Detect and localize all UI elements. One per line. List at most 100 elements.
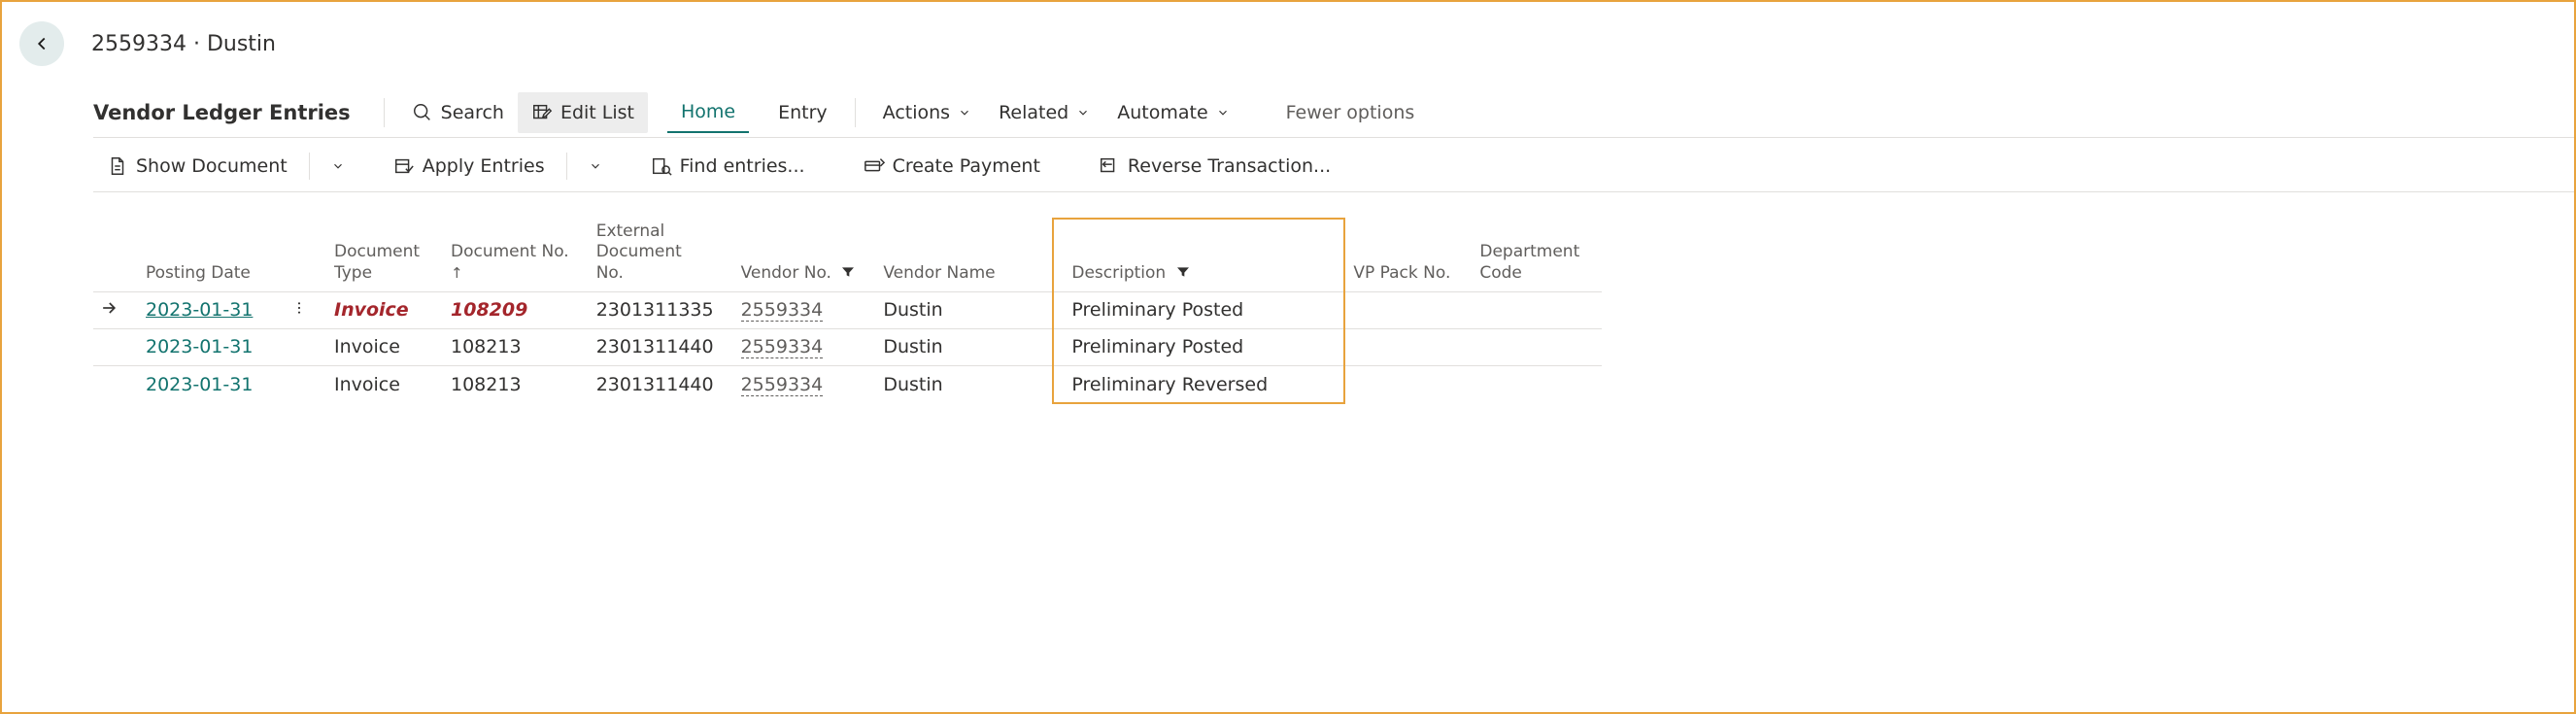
- separator: [566, 153, 567, 180]
- chevron-down-icon: [1216, 106, 1230, 119]
- actions-menu[interactable]: Actions: [869, 92, 985, 133]
- automate-menu[interactable]: Automate: [1103, 92, 1242, 133]
- col-description[interactable]: Description: [1058, 221, 1339, 291]
- cell-posting-date[interactable]: 2023-01-31: [132, 365, 278, 402]
- related-menu[interactable]: Related: [985, 92, 1103, 133]
- sort-asc-icon: ↑: [451, 264, 463, 282]
- chevron-down-icon: [589, 159, 602, 173]
- row-menu-button[interactable]: [278, 291, 321, 328]
- separator: [309, 153, 310, 180]
- ledger-entries-table: Posting Date Document Type Document No. …: [93, 221, 1602, 402]
- tab-home[interactable]: Home: [667, 91, 749, 133]
- cell-vendor-no[interactable]: 2559334: [728, 365, 870, 402]
- back-button[interactable]: [19, 21, 64, 66]
- cell-posting-date[interactable]: 2023-01-31: [132, 328, 278, 365]
- tab-entry-label: Entry: [778, 102, 828, 123]
- col-selector: [93, 221, 132, 291]
- search-icon: [412, 102, 433, 123]
- chevron-down-icon: [331, 159, 345, 173]
- row-indicator: [93, 328, 132, 365]
- apply-entries-split[interactable]: [579, 152, 612, 181]
- find-entries-icon: [651, 155, 672, 177]
- col-document-type[interactable]: Document Type: [321, 221, 437, 291]
- fewer-options-button[interactable]: Fewer options: [1272, 92, 1429, 133]
- table-row[interactable]: 2023-01-31 Invoice10821323013114402559334…: [93, 365, 1602, 402]
- related-label: Related: [999, 102, 1068, 123]
- col-department-code[interactable]: Department Code: [1466, 221, 1602, 291]
- chevron-down-icon: [958, 106, 971, 119]
- table-row[interactable]: 2023-01-31Invoice10820923013113352559334…: [93, 291, 1602, 328]
- reverse-transaction-icon: [1099, 155, 1120, 177]
- col-vendor-no-label: Vendor No.: [741, 263, 831, 283]
- col-description-label: Description: [1071, 263, 1166, 283]
- cell-vp-pack-no: [1339, 328, 1466, 365]
- sub-actionbar: Show Document Apply Entries Find entries…: [93, 140, 2574, 192]
- show-document-split[interactable]: [322, 152, 355, 181]
- row-menu-button[interactable]: [278, 328, 321, 365]
- create-payment-button[interactable]: Create Payment: [850, 146, 1054, 187]
- page-title: 2559334 · Dustin: [91, 32, 276, 56]
- cell-document-type: Invoice: [321, 291, 437, 328]
- cell-description: Preliminary Reversed: [1058, 365, 1339, 402]
- cell-vp-pack-no: [1339, 365, 1466, 402]
- cell-vp-pack-no: [1339, 291, 1466, 328]
- edit-list-button[interactable]: Edit List: [518, 92, 648, 133]
- row-indicator: [93, 365, 132, 402]
- show-document-label: Show Document: [136, 155, 288, 177]
- create-payment-icon: [864, 155, 885, 177]
- create-payment-label: Create Payment: [893, 155, 1040, 177]
- col-document-no-label: Document No.: [451, 242, 569, 261]
- cell-description: Preliminary Posted: [1058, 328, 1339, 365]
- reverse-transaction-button[interactable]: Reverse Transaction...: [1085, 146, 1344, 187]
- cell-document-no[interactable]: 108213: [437, 328, 583, 365]
- cell-external-doc-no: 2301311440: [583, 365, 728, 402]
- apply-entries-button[interactable]: Apply Entries: [380, 146, 559, 187]
- cell-external-doc-no: 2301311440: [583, 328, 728, 365]
- find-entries-button[interactable]: Find entries...: [637, 146, 819, 187]
- cell-department-code: [1466, 365, 1602, 402]
- cell-document-type: Invoice: [321, 365, 437, 402]
- tab-home-label: Home: [681, 101, 735, 122]
- more-vertical-icon: [291, 300, 307, 316]
- search-button[interactable]: Search: [398, 92, 518, 133]
- arrow-left-icon: [31, 33, 52, 54]
- edit-list-icon: [531, 102, 553, 123]
- col-vendor-no[interactable]: Vendor No.: [728, 221, 870, 291]
- edit-list-label: Edit List: [560, 102, 634, 123]
- search-label: Search: [441, 102, 504, 123]
- actionbar-title: Vendor Ledger Entries: [93, 101, 370, 124]
- actionbar: Vendor Ledger Entries Search Edit List H…: [93, 87, 2574, 138]
- arrow-right-icon: [99, 298, 119, 318]
- table-row[interactable]: 2023-01-31Invoice10821323013114402559334…: [93, 328, 1602, 365]
- col-external-doc-no[interactable]: External Document No.: [583, 221, 728, 291]
- fewer-options-label: Fewer options: [1286, 102, 1415, 123]
- cell-department-code: [1466, 328, 1602, 365]
- apply-entries-icon: [393, 155, 415, 177]
- cell-vendor-no[interactable]: 2559334: [728, 291, 870, 328]
- col-posting-date[interactable]: Posting Date: [132, 221, 278, 291]
- cell-vendor-name: Dustin: [869, 365, 1058, 402]
- col-vendor-name[interactable]: Vendor Name: [869, 221, 1058, 291]
- filter-icon: [1175, 264, 1191, 280]
- row-indicator: [93, 291, 132, 328]
- col-document-no[interactable]: Document No. ↑: [437, 221, 583, 291]
- cell-document-no[interactable]: 108213: [437, 365, 583, 402]
- row-menu-button[interactable]: [278, 365, 321, 402]
- automate-label: Automate: [1117, 102, 1207, 123]
- show-document-button[interactable]: Show Document: [93, 146, 301, 187]
- cell-vendor-no[interactable]: 2559334: [728, 328, 870, 365]
- cell-department-code: [1466, 291, 1602, 328]
- document-icon: [107, 155, 128, 177]
- apply-entries-label: Apply Entries: [423, 155, 545, 177]
- filter-icon: [840, 264, 856, 280]
- cell-vendor-name: Dustin: [869, 291, 1058, 328]
- cell-posting-date[interactable]: 2023-01-31: [132, 291, 278, 328]
- separator: [384, 98, 385, 127]
- find-entries-label: Find entries...: [680, 155, 805, 177]
- cell-document-no[interactable]: 108209: [437, 291, 583, 328]
- col-vp-pack-no[interactable]: VP Pack No.: [1339, 221, 1466, 291]
- cell-description: Preliminary Posted: [1058, 291, 1339, 328]
- tab-entry[interactable]: Entry: [764, 92, 841, 133]
- reverse-transaction-label: Reverse Transaction...: [1128, 155, 1331, 177]
- chevron-down-icon: [1076, 106, 1090, 119]
